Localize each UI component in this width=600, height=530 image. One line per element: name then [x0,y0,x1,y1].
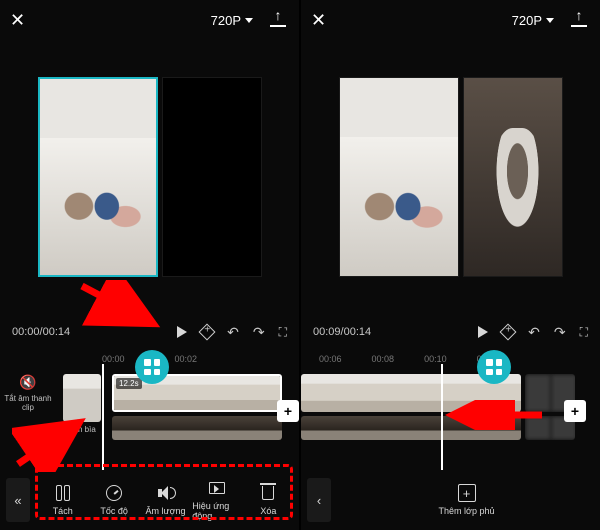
ruler-tick: 00:02 [175,354,198,364]
close-icon[interactable]: ✕ [311,10,326,31]
split-icon [56,484,70,502]
play-icon[interactable] [177,326,187,338]
overlay-track[interactable] [112,416,295,440]
speed-icon [106,484,122,502]
timeline[interactable]: 00:00 00:02 🔇 Tắt âm thanh clip Ảnh bìa … [0,350,299,470]
ruler-tick: 00:10 [424,354,447,364]
editor-screen-left: ✕ 720P 00:00/00:14 ↶ ↷ ⛶ 00:00 00:02 [0,0,299,530]
playback-controls: 00:00/00:14 ↶ ↷ ⛶ [0,314,299,350]
effect-label: Hiệu ứng động [192,501,241,521]
resolution-selector[interactable]: 720P [512,13,554,28]
overlay-label: Thêm lớp phủ [439,506,495,516]
add-clip-button[interactable]: + [564,400,586,422]
time-display: 00:00/00:14 [12,326,70,338]
export-icon[interactable] [568,9,590,31]
preview-clip-overlay[interactable] [463,77,563,277]
back-button[interactable]: ‹ [307,478,331,522]
preview-clip[interactable] [339,77,459,277]
redo-icon[interactable]: ↷ [554,324,566,341]
chevron-down-icon [546,18,554,23]
keyframe-icon[interactable] [500,324,517,341]
video-track[interactable]: 12.2s [112,374,295,412]
preview-clip-selected[interactable] [38,77,158,277]
keyframe-icon[interactable] [199,324,216,341]
resolution-label: 720P [512,13,542,28]
undo-icon[interactable]: ↶ [227,324,239,341]
preview-area [301,40,600,314]
ruler-tick: 00:06 [319,354,342,364]
time-ruler: 00:06 00:08 00:10 00:12 [301,352,600,366]
overlay-clip[interactable] [112,416,282,440]
close-icon[interactable]: ✕ [10,10,25,31]
ruler-tick: 00:08 [372,354,395,364]
grid-bubble-icon[interactable] [135,350,169,384]
split-label: Tách [53,506,73,516]
effect-tool[interactable]: Hiệu ứng động [192,479,241,521]
tool-bar: ‹ + Thêm lớp phủ [301,470,600,530]
effect-icon [209,479,225,497]
top-bar: ✕ 720P [301,0,600,40]
video-clip-selected[interactable]: 12.2s [112,374,282,412]
video-track[interactable] [301,374,596,412]
ruler-tick: 00:00 [102,354,125,364]
trash-icon [262,484,274,502]
speed-tool[interactable]: Tốc độ [89,484,138,516]
cover-label: Ảnh bìa [68,425,96,434]
plus-box-icon: + [458,484,476,502]
volume-tool-icon [158,484,174,502]
time-display: 00:09/00:14 [313,326,371,338]
redo-icon[interactable]: ↷ [253,324,265,341]
cover-thumbnail [63,374,101,422]
overlay-clip[interactable] [301,416,521,440]
back-button[interactable]: « [6,478,30,522]
resolution-label: 720P [211,13,241,28]
duration-badge: 12.2s [116,378,142,389]
speed-label: Tốc độ [100,506,128,516]
play-icon[interactable] [478,326,488,338]
tool-bar: « Tách Tốc độ Âm lượng Hiệu ứng động Xóa [0,470,299,530]
grid-bubble-icon[interactable] [477,350,511,384]
playhead[interactable] [102,364,104,470]
add-clip-button[interactable]: + [277,400,299,422]
top-bar: ✕ 720P [0,0,299,40]
mute-clip-button[interactable]: 🔇 Tắt âm thanh clip [4,374,52,412]
volume-tool[interactable]: Âm lượng [141,484,190,516]
resolution-selector[interactable]: 720P [211,13,253,28]
export-icon[interactable] [267,9,289,31]
timeline[interactable]: 00:06 00:08 00:10 00:12 [301,350,600,470]
playhead[interactable] [441,364,443,470]
add-overlay-tool[interactable]: + Thêm lớp phủ [339,484,594,516]
cover-button[interactable]: Ảnh bìa [58,374,106,434]
mute-label: Tắt âm thanh clip [4,394,52,412]
undo-icon[interactable]: ↶ [528,324,540,341]
editor-screen-right: ✕ 720P 00:09/00:14 ↶ ↷ ⛶ 00:06 00:08 00:… [301,0,600,530]
fullscreen-icon[interactable]: ⛶ [580,325,588,340]
delete-tool[interactable]: Xóa [244,484,293,516]
split-tool[interactable]: Tách [38,484,87,516]
chevron-down-icon [245,18,253,23]
volume-label: Âm lượng [146,506,186,516]
preview-area [0,40,299,314]
delete-label: Xóa [260,506,276,516]
overlay-track[interactable] [301,416,596,440]
volume-icon: 🔇 [19,374,36,391]
playback-controls: 00:09/00:14 ↶ ↷ ⛶ [301,314,600,350]
fullscreen-icon[interactable]: ⛶ [279,325,287,340]
preview-clip-empty[interactable] [162,77,262,277]
